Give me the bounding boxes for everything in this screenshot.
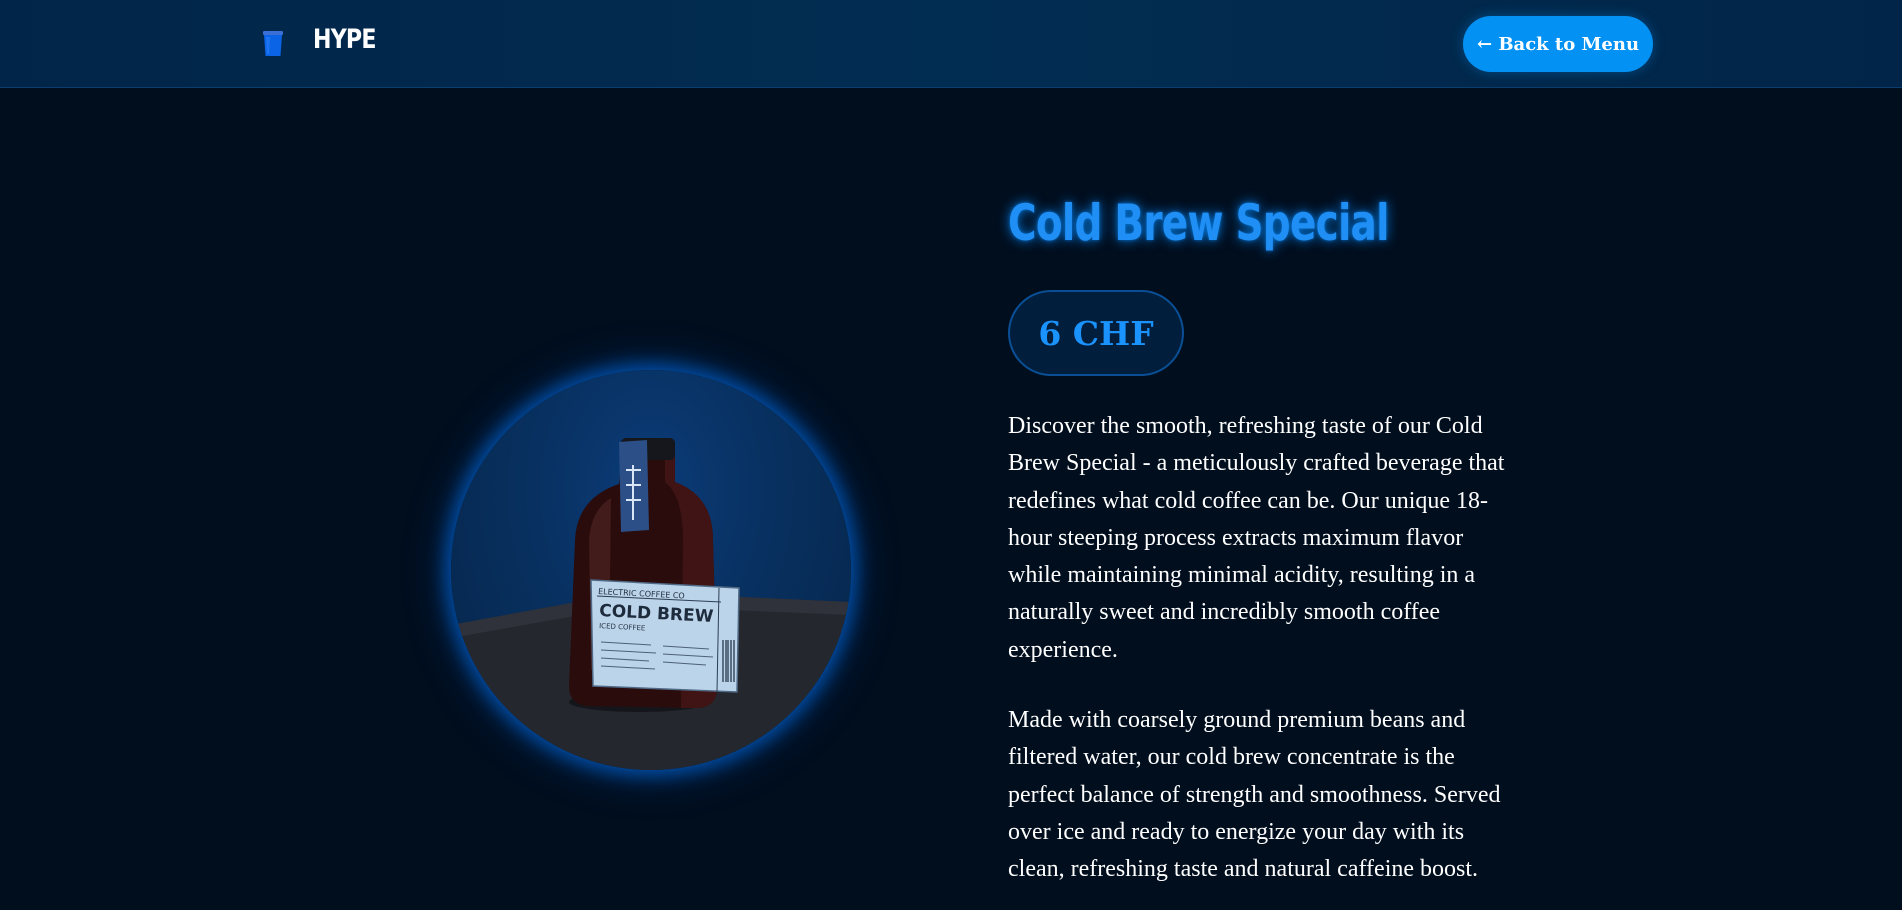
price-badge: 6 CHF: [1008, 290, 1184, 376]
product-image: ELECTRIC COFFEE CO COLD BREW ICED COFFEE: [451, 370, 851, 770]
site-header: HYPE ← Back to Menu: [0, 0, 1902, 88]
back-to-menu-button[interactable]: ← Back to Menu: [1463, 16, 1653, 72]
brand-name[interactable]: HYPE: [313, 24, 376, 55]
product-description-paragraph: Discover the smooth, refreshing taste of…: [1008, 413, 1505, 663]
product-description-paragraph: Made with coarsely ground premium beans …: [1008, 707, 1501, 883]
product-title: Cold Brew Special: [1008, 194, 1389, 252]
brand-logo[interactable]: [262, 28, 284, 58]
coffee-cup-icon: [262, 28, 284, 58]
